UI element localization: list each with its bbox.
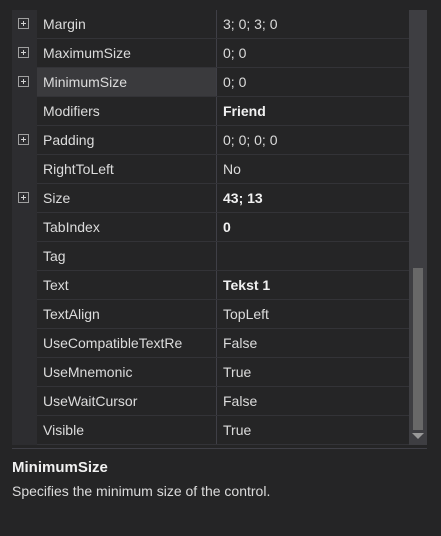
scrollbar-thumb[interactable] [413,268,423,430]
property-name[interactable]: UseCompatibleTextRe [37,329,216,358]
property-row[interactable]: Tag [12,242,409,271]
property-value[interactable]: 3; 0; 3; 0 [217,10,409,39]
help-title: MinimumSize [12,459,108,476]
property-value[interactable]: 43; 13 [217,184,409,213]
row-gutter [12,68,37,97]
plus-box-icon[interactable] [18,47,29,58]
row-gutter [12,97,37,126]
property-value[interactable]: 0; 0; 0; 0 [217,126,409,155]
property-value[interactable] [217,242,409,271]
property-row[interactable]: UseMnemonic True [12,358,409,387]
property-row[interactable]: TabIndex 0 [12,213,409,242]
row-gutter [12,155,37,184]
property-row[interactable]: RightToLeft No [12,155,409,184]
property-value[interactable]: True [217,416,409,445]
plus-box-icon[interactable] [18,192,29,203]
property-value[interactable]: 0 [217,213,409,242]
row-gutter [12,416,37,445]
property-name[interactable]: Modifiers [37,97,216,126]
property-name[interactable]: Margin [37,10,216,39]
row-gutter [12,184,37,213]
help-divider [12,448,427,449]
property-value[interactable]: 0; 0 [217,68,409,97]
property-row[interactable]: Text Tekst 1 [12,271,409,300]
row-gutter [12,10,37,39]
property-row[interactable]: TextAlign TopLeft [12,300,409,329]
row-gutter [12,358,37,387]
row-gutter [12,271,37,300]
property-name[interactable]: MaximumSize [37,39,216,68]
help-description: Specifies the minimum size of the contro… [12,483,271,499]
property-row[interactable]: Visible True [12,416,409,445]
property-row[interactable]: UseWaitCursor False [12,387,409,416]
property-row[interactable]: MinimumSize 0; 0 [12,68,409,97]
property-name[interactable]: MinimumSize [37,68,216,97]
row-gutter [12,39,37,68]
row-gutter [12,126,37,155]
property-value[interactable]: False [217,329,409,358]
row-gutter [12,300,37,329]
property-value[interactable]: 0; 0 [217,39,409,68]
row-divider [37,444,409,445]
property-name[interactable]: TextAlign [37,300,216,329]
plus-box-icon[interactable] [18,76,29,87]
property-name[interactable]: Tag [37,242,216,271]
property-row[interactable]: Modifiers Friend [12,97,409,126]
row-gutter [12,329,37,358]
plus-box-icon[interactable] [18,18,29,29]
property-name[interactable]: Size [37,184,216,213]
property-name[interactable]: TabIndex [37,213,216,242]
property-value[interactable]: Friend [217,97,409,126]
property-row[interactable]: Margin 3; 0; 3; 0 [12,10,409,39]
row-gutter [12,387,37,416]
property-row[interactable]: MaximumSize 0; 0 [12,39,409,68]
property-value[interactable]: False [217,387,409,416]
vertical-scrollbar[interactable] [409,10,427,445]
property-name[interactable]: Text [37,271,216,300]
property-grid: Margin 3; 0; 3; 0 MaximumSize 0; 0 MinimumSi… [12,10,409,445]
triangle-down-icon[interactable] [412,433,424,439]
property-name[interactable]: Visible [37,416,216,445]
property-name[interactable]: UseMnemonic [37,358,216,387]
property-name[interactable]: UseWaitCursor [37,387,216,416]
property-value[interactable]: TopLeft [217,300,409,329]
property-name[interactable]: Padding [37,126,216,155]
property-row[interactable]: Size 43; 13 [12,184,409,213]
property-value[interactable]: Tekst 1 [217,271,409,300]
plus-box-icon[interactable] [18,134,29,145]
properties-window: Margin 3; 0; 3; 0 MaximumSize 0; 0 MinimumSi… [0,0,441,536]
property-row[interactable]: Padding 0; 0; 0; 0 [12,126,409,155]
property-value[interactable]: No [217,155,409,184]
row-gutter [12,242,37,271]
property-value[interactable]: True [217,358,409,387]
property-name[interactable]: RightToLeft [37,155,216,184]
row-gutter [12,213,37,242]
property-row[interactable]: UseCompatibleTextRe False [12,329,409,358]
